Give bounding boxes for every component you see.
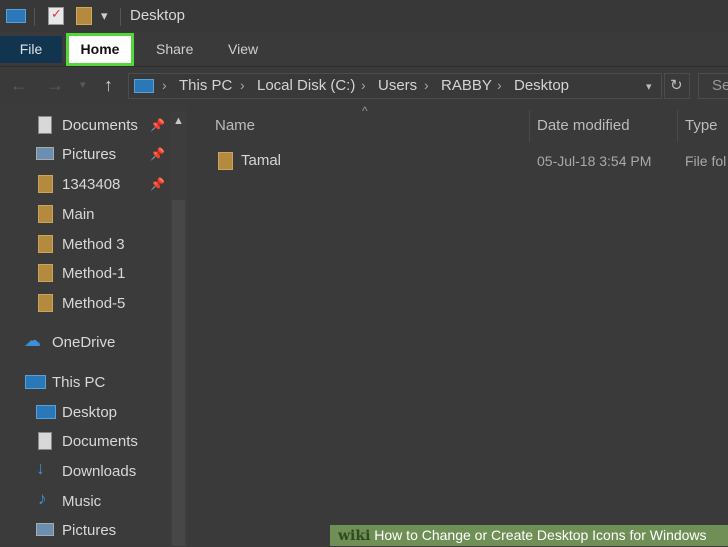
file-name[interactable]: Tamal	[241, 152, 281, 169]
desktop-icon	[36, 405, 56, 419]
nav-item-downloads[interactable]: ↓ Downloads	[0, 458, 170, 486]
new-folder-icon[interactable]	[76, 7, 92, 25]
scrollbar-thumb[interactable]	[172, 200, 185, 546]
breadcrumb-users[interactable]: Users	[378, 77, 417, 94]
computer-icon[interactable]	[6, 9, 26, 23]
column-divider[interactable]	[677, 110, 678, 142]
nav-item-label: Method-5	[62, 295, 126, 312]
nav-item-label: Method-1	[62, 265, 126, 282]
folder-icon	[38, 235, 53, 253]
nav-item-label: Main	[62, 206, 95, 223]
nav-item-label: Downloads	[62, 463, 137, 480]
this-pc-icon	[134, 79, 154, 93]
music-icon: ♪	[38, 489, 47, 508]
nav-item-label: Desktop	[62, 404, 118, 421]
nav-item-pictures-pc[interactable]: Pictures	[0, 517, 170, 545]
downloads-icon: ↓	[36, 458, 45, 478]
nav-item-label: 1343408	[62, 176, 121, 193]
folder-icon	[38, 205, 53, 223]
checkmark-icon: ✓	[51, 6, 62, 21]
nav-item-onedrive[interactable]: ☁ OneDrive	[0, 329, 170, 357]
documents-icon	[38, 432, 52, 450]
nav-item-label: OneDrive	[52, 334, 116, 351]
breadcrumb-desktop[interactable]: Desktop	[514, 77, 569, 94]
documents-icon	[38, 116, 52, 134]
folder-icon	[38, 175, 53, 193]
nav-item-documents[interactable]: Documents 📌	[0, 112, 170, 140]
breadcrumb-rabby[interactable]: RABBY	[441, 77, 492, 94]
tab-share[interactable]: Share	[156, 36, 193, 63]
nav-item-label: Pictures	[62, 146, 117, 163]
address-dropdown-icon[interactable]: ▾	[646, 80, 652, 93]
watermark-text: How to Change or Create Desktop Icons fo…	[374, 527, 707, 543]
sort-ascending-icon: ^	[362, 104, 368, 118]
forward-arrow-icon[interactable]: →	[46, 75, 64, 96]
up-arrow-icon[interactable]: ↑	[104, 75, 113, 96]
nav-item-label: Method 3	[62, 236, 125, 253]
toolbar-divider	[120, 8, 121, 26]
folder-icon	[218, 152, 233, 170]
nav-item-method-1[interactable]: Method-1	[0, 260, 170, 288]
nav-item-pictures[interactable]: Pictures 📌	[0, 141, 170, 169]
column-header-type[interactable]: Type	[685, 117, 718, 134]
breadcrumb-separator[interactable]: ›	[424, 77, 429, 93]
folder-icon	[38, 264, 53, 282]
pin-icon[interactable]: 📌	[150, 177, 165, 191]
customize-toolbar-dropdown[interactable]: ▾	[101, 8, 108, 24]
nav-item-music[interactable]: ♪ Music	[0, 488, 170, 516]
nav-item-desktop[interactable]: Desktop	[0, 399, 170, 427]
nav-item-main[interactable]: Main	[0, 201, 170, 229]
back-arrow-icon[interactable]: ←	[10, 75, 28, 96]
breadcrumb-local-disk[interactable]: Local Disk (C:)	[257, 77, 355, 94]
nav-item-label: Music	[62, 493, 102, 510]
column-header-date-modified[interactable]: Date modified	[537, 117, 630, 134]
pin-icon[interactable]: 📌	[150, 118, 165, 132]
nav-item-method-3[interactable]: Method 3	[0, 231, 170, 259]
wikihow-logo: wiki	[338, 528, 371, 544]
watermark-banner: wiki How to Change or Create Desktop Ico…	[330, 525, 728, 546]
this-pc-icon	[25, 375, 46, 389]
nav-item-1343408[interactable]: 1343408 📌	[0, 171, 170, 199]
scroll-up-icon[interactable]: ▲	[171, 112, 186, 130]
file-date-modified: 05-Jul-18 3:54 PM	[537, 153, 652, 169]
nav-item-label: Documents	[62, 433, 138, 450]
refresh-button[interactable]: ↻	[664, 73, 690, 99]
breadcrumb-separator[interactable]: ›	[162, 77, 167, 93]
pictures-icon	[36, 147, 54, 160]
tab-home[interactable]: Home	[66, 33, 134, 66]
nav-item-method-5[interactable]: Method-5	[0, 290, 170, 318]
title-bar	[0, 0, 728, 32]
refresh-icon: ↻	[670, 77, 683, 94]
nav-item-label: Pictures	[62, 522, 117, 539]
pin-icon[interactable]: 📌	[150, 147, 165, 161]
toolbar-divider	[34, 8, 35, 26]
window-title: Desktop	[130, 7, 186, 24]
search-placeholder: Se	[712, 77, 728, 94]
breadcrumb-this-pc[interactable]: This PC	[179, 77, 232, 94]
properties-icon[interactable]: ✓	[48, 6, 64, 25]
file-type: File fol	[685, 153, 727, 169]
pictures-icon	[36, 523, 54, 536]
nav-item-label: Documents	[62, 117, 138, 134]
cloud-icon: ☁	[24, 331, 41, 350]
nav-item-documents-pc[interactable]: Documents	[0, 428, 170, 456]
breadcrumb-separator[interactable]: ›	[361, 77, 366, 93]
breadcrumb-separator[interactable]: ›	[240, 77, 245, 93]
tab-view[interactable]: View	[228, 36, 258, 63]
nav-item-label: This PC	[52, 374, 106, 391]
recent-locations-chevron-icon[interactable]: ▾	[80, 78, 86, 91]
column-header-name[interactable]: Name	[215, 117, 255, 134]
column-divider[interactable]	[529, 110, 530, 142]
breadcrumb-separator[interactable]: ›	[497, 77, 502, 93]
tab-file[interactable]: File	[0, 36, 62, 63]
folder-icon	[38, 294, 53, 312]
nav-item-this-pc[interactable]: This PC	[0, 369, 170, 397]
